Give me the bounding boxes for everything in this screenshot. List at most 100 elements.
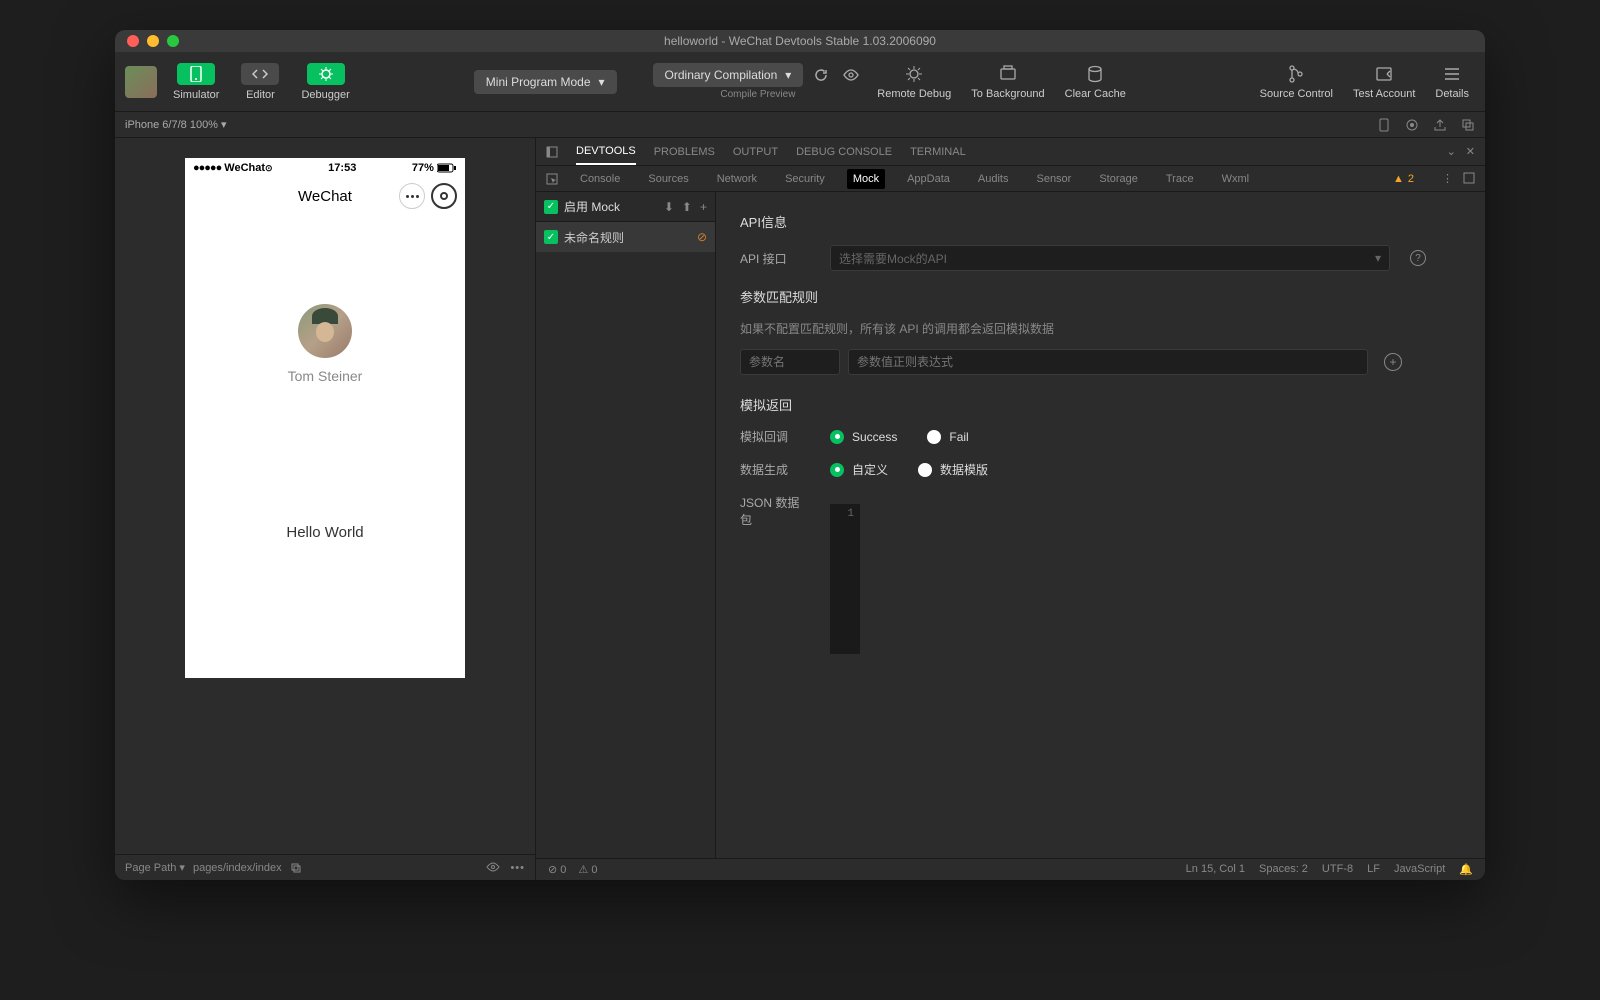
tab-terminal[interactable]: TERMINAL: [910, 140, 966, 164]
eol-setting[interactable]: LF: [1367, 863, 1380, 876]
mock-rule-checkbox[interactable]: ✓: [544, 230, 558, 244]
compilation-dropdown[interactable]: Ordinary Compilation ▾: [653, 63, 804, 87]
refresh-button[interactable]: [809, 63, 833, 87]
radio-fail[interactable]: Fail: [927, 430, 968, 444]
phone-user-avatar: [298, 304, 352, 358]
phone-time: 17:53: [328, 162, 356, 174]
warning-badge[interactable]: ▲ 2: [1393, 173, 1414, 185]
tab-output[interactable]: OUTPUT: [733, 140, 778, 164]
close-panel-icon[interactable]: ✕: [1466, 145, 1475, 158]
tab-devtools[interactable]: DEVTOOLS: [576, 139, 636, 165]
mock-return-title: 模拟返回: [740, 395, 1461, 414]
warnings-count[interactable]: ⚠ 0: [578, 863, 597, 876]
subtab-sources[interactable]: Sources: [642, 169, 694, 189]
device-icon[interactable]: [1377, 118, 1391, 132]
bell-icon[interactable]: 🔔: [1459, 863, 1473, 876]
visibility-icon[interactable]: [486, 862, 500, 872]
phone-user-name: Tom Steiner: [288, 368, 363, 384]
phone-close-button[interactable]: [431, 183, 457, 209]
subtab-trace[interactable]: Trace: [1160, 169, 1200, 189]
copy-icon[interactable]: [290, 862, 302, 874]
json-editor[interactable]: 1: [830, 504, 860, 654]
titlebar: helloworld - WeChat Devtools Stable 1.03…: [115, 30, 1485, 52]
json-package-label: JSON 数据包: [740, 494, 810, 528]
share-icon[interactable]: [1433, 118, 1447, 132]
simulator-button[interactable]: Simulator: [165, 59, 227, 105]
radio-custom[interactable]: 自定义: [830, 461, 888, 478]
dock-icon[interactable]: [1463, 172, 1475, 184]
subtab-console[interactable]: Console: [574, 169, 626, 189]
radio-template[interactable]: 数据模版: [918, 461, 988, 478]
record-icon[interactable]: [1405, 118, 1419, 132]
tab-debug-console[interactable]: DEBUG CONSOLE: [796, 140, 892, 164]
api-select[interactable]: 选择需要Mock的API ▾: [830, 245, 1390, 271]
page-path-label[interactable]: Page Path ▾: [125, 861, 185, 874]
devtools-sub-tabs: Console Sources Network Security Mock Ap…: [536, 166, 1485, 192]
mock-content: API信息 API 接口 选择需要Mock的API ▾ ? 参数匹配规则 如果不…: [716, 192, 1485, 858]
encoding[interactable]: UTF-8: [1322, 863, 1353, 876]
mock-panel: ✓ 启用 Mock ⬇ ⬆ + ✓ 未命名规则 ⊘: [536, 192, 1485, 858]
more-icon[interactable]: •••: [510, 862, 525, 874]
mock-sidebar: ✓ 启用 Mock ⬇ ⬆ + ✓ 未命名规则 ⊘: [536, 192, 716, 858]
mock-rule-item[interactable]: ✓ 未命名规则 ⊘: [536, 222, 715, 252]
devtools-main-tabs: DEVTOOLS PROBLEMS OUTPUT DEBUG CONSOLE T…: [536, 138, 1485, 166]
phone-menu-button[interactable]: [399, 183, 425, 209]
add-rule-icon[interactable]: +: [700, 200, 707, 214]
subtab-wxml[interactable]: Wxml: [1216, 169, 1256, 189]
language-mode[interactable]: JavaScript: [1394, 863, 1445, 876]
inspect-icon[interactable]: [546, 173, 558, 185]
chevron-down-icon: ▾: [785, 68, 791, 82]
tab-problems[interactable]: PROBLEMS: [654, 140, 715, 164]
radio-success[interactable]: Success: [830, 430, 897, 444]
add-param-button[interactable]: +: [1384, 353, 1402, 371]
panel-toggle-icon[interactable]: [546, 146, 558, 158]
phone-nav-bar: WeChat: [185, 178, 465, 214]
editor-button[interactable]: Editor: [233, 59, 287, 105]
mock-enable-checkbox[interactable]: ✓: [544, 200, 558, 214]
devtools-panel: DEVTOOLS PROBLEMS OUTPUT DEBUG CONSOLE T…: [535, 138, 1485, 880]
device-selector[interactable]: iPhone 6/7/8 100% ▾: [125, 118, 227, 131]
window-title: helloworld - WeChat Devtools Stable 1.03…: [664, 34, 936, 48]
popout-icon[interactable]: [1461, 118, 1475, 132]
subtab-audits[interactable]: Audits: [972, 169, 1015, 189]
api-info-title: API信息: [740, 212, 1461, 231]
subtab-network[interactable]: Network: [711, 169, 763, 189]
indent-setting[interactable]: Spaces: 2: [1259, 863, 1308, 876]
kebab-menu-icon[interactable]: ⋮: [1442, 172, 1453, 185]
subtab-storage[interactable]: Storage: [1093, 169, 1144, 189]
subtab-mock[interactable]: Mock: [847, 169, 885, 189]
user-avatar[interactable]: [125, 66, 157, 98]
clear-cache-button[interactable]: Clear Cache: [1059, 60, 1132, 104]
cursor-position[interactable]: Ln 15, Col 1: [1186, 863, 1245, 876]
to-background-button[interactable]: To Background: [965, 60, 1050, 104]
param-rules-title: 参数匹配规则: [740, 287, 1461, 306]
minimize-window-button[interactable]: [147, 35, 159, 47]
phone-simulator[interactable]: ●●●●● WeChat⊙ 17:53 77% WeChat Tom Stein…: [185, 158, 465, 678]
help-icon[interactable]: ?: [1410, 250, 1426, 266]
download-icon[interactable]: ⬇: [664, 200, 674, 214]
source-control-button[interactable]: Source Control: [1254, 60, 1339, 104]
phone-hello-text: Hello World: [286, 524, 363, 541]
debugger-button[interactable]: Debugger: [293, 59, 357, 105]
errors-count[interactable]: ⊘ 0: [548, 863, 566, 876]
sub-toolbar: iPhone 6/7/8 100% ▾: [115, 112, 1485, 138]
phone-status-bar: ●●●●● WeChat⊙ 17:53 77%: [185, 158, 465, 178]
page-path-value: pages/index/index: [193, 862, 282, 874]
subtab-appdata[interactable]: AppData: [901, 169, 956, 189]
remote-debug-button[interactable]: Remote Debug: [871, 60, 957, 104]
close-window-button[interactable]: [127, 35, 139, 47]
maximize-window-button[interactable]: [167, 35, 179, 47]
chevron-down-icon: ▾: [1375, 251, 1381, 265]
chevron-down-icon[interactable]: ⌄: [1447, 145, 1456, 158]
subtab-security[interactable]: Security: [779, 169, 831, 189]
upload-icon[interactable]: ⬆: [682, 200, 692, 214]
phone-nav-title: WeChat: [298, 188, 352, 205]
param-regex-input[interactable]: [848, 349, 1368, 375]
test-account-button[interactable]: Test Account: [1347, 60, 1421, 104]
mode-dropdown[interactable]: Mini Program Mode ▾: [474, 70, 617, 94]
param-name-input[interactable]: [740, 349, 840, 375]
details-button[interactable]: Details: [1429, 60, 1475, 104]
main-toolbar: Simulator Editor Debugger Mini Program M…: [115, 52, 1485, 112]
preview-button[interactable]: [839, 63, 863, 87]
subtab-sensor[interactable]: Sensor: [1030, 169, 1077, 189]
